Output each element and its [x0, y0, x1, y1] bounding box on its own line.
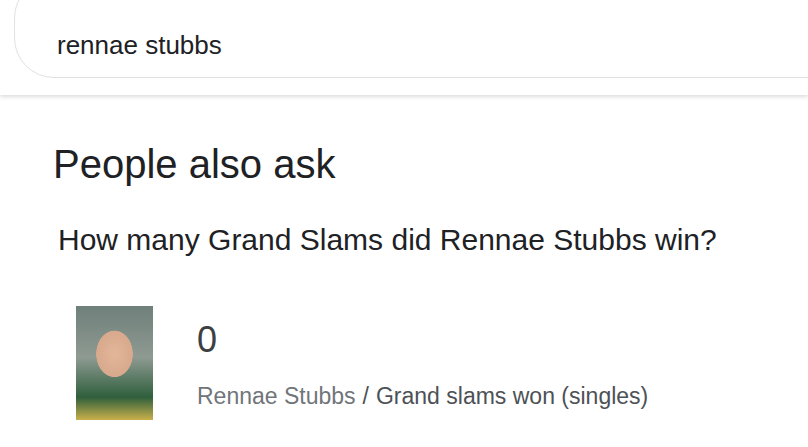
separator: / — [363, 382, 369, 410]
attribute-link[interactable]: Grand slams won (singles) — [376, 382, 648, 410]
entity-link[interactable]: Rennae Stubbs — [197, 382, 356, 410]
search-query[interactable]: rennae stubbs — [57, 30, 222, 60]
question[interactable]: How many Grand Slams did Rennae Stubbs w… — [58, 222, 808, 258]
people-also-ask: People also ask How many Grand Slams did … — [0, 95, 808, 420]
search-results-page: rennae stubbs People also ask How many Gra… — [0, 0, 808, 447]
search-box[interactable]: rennae stubbs — [14, 0, 808, 78]
answer-source: Rennae Stubbs/Grand slams won (singles) — [197, 382, 648, 410]
section-title: People also ask — [53, 140, 808, 188]
search-header: rennae stubbs — [0, 0, 808, 95]
answer-text: 0 Rennae Stubbs/Grand slams won (singles) — [197, 306, 648, 420]
person-photo[interactable] — [76, 306, 153, 420]
answer-value: 0 — [197, 319, 648, 361]
answer-row: 0 Rennae Stubbs/Grand slams won (singles) — [76, 306, 808, 420]
